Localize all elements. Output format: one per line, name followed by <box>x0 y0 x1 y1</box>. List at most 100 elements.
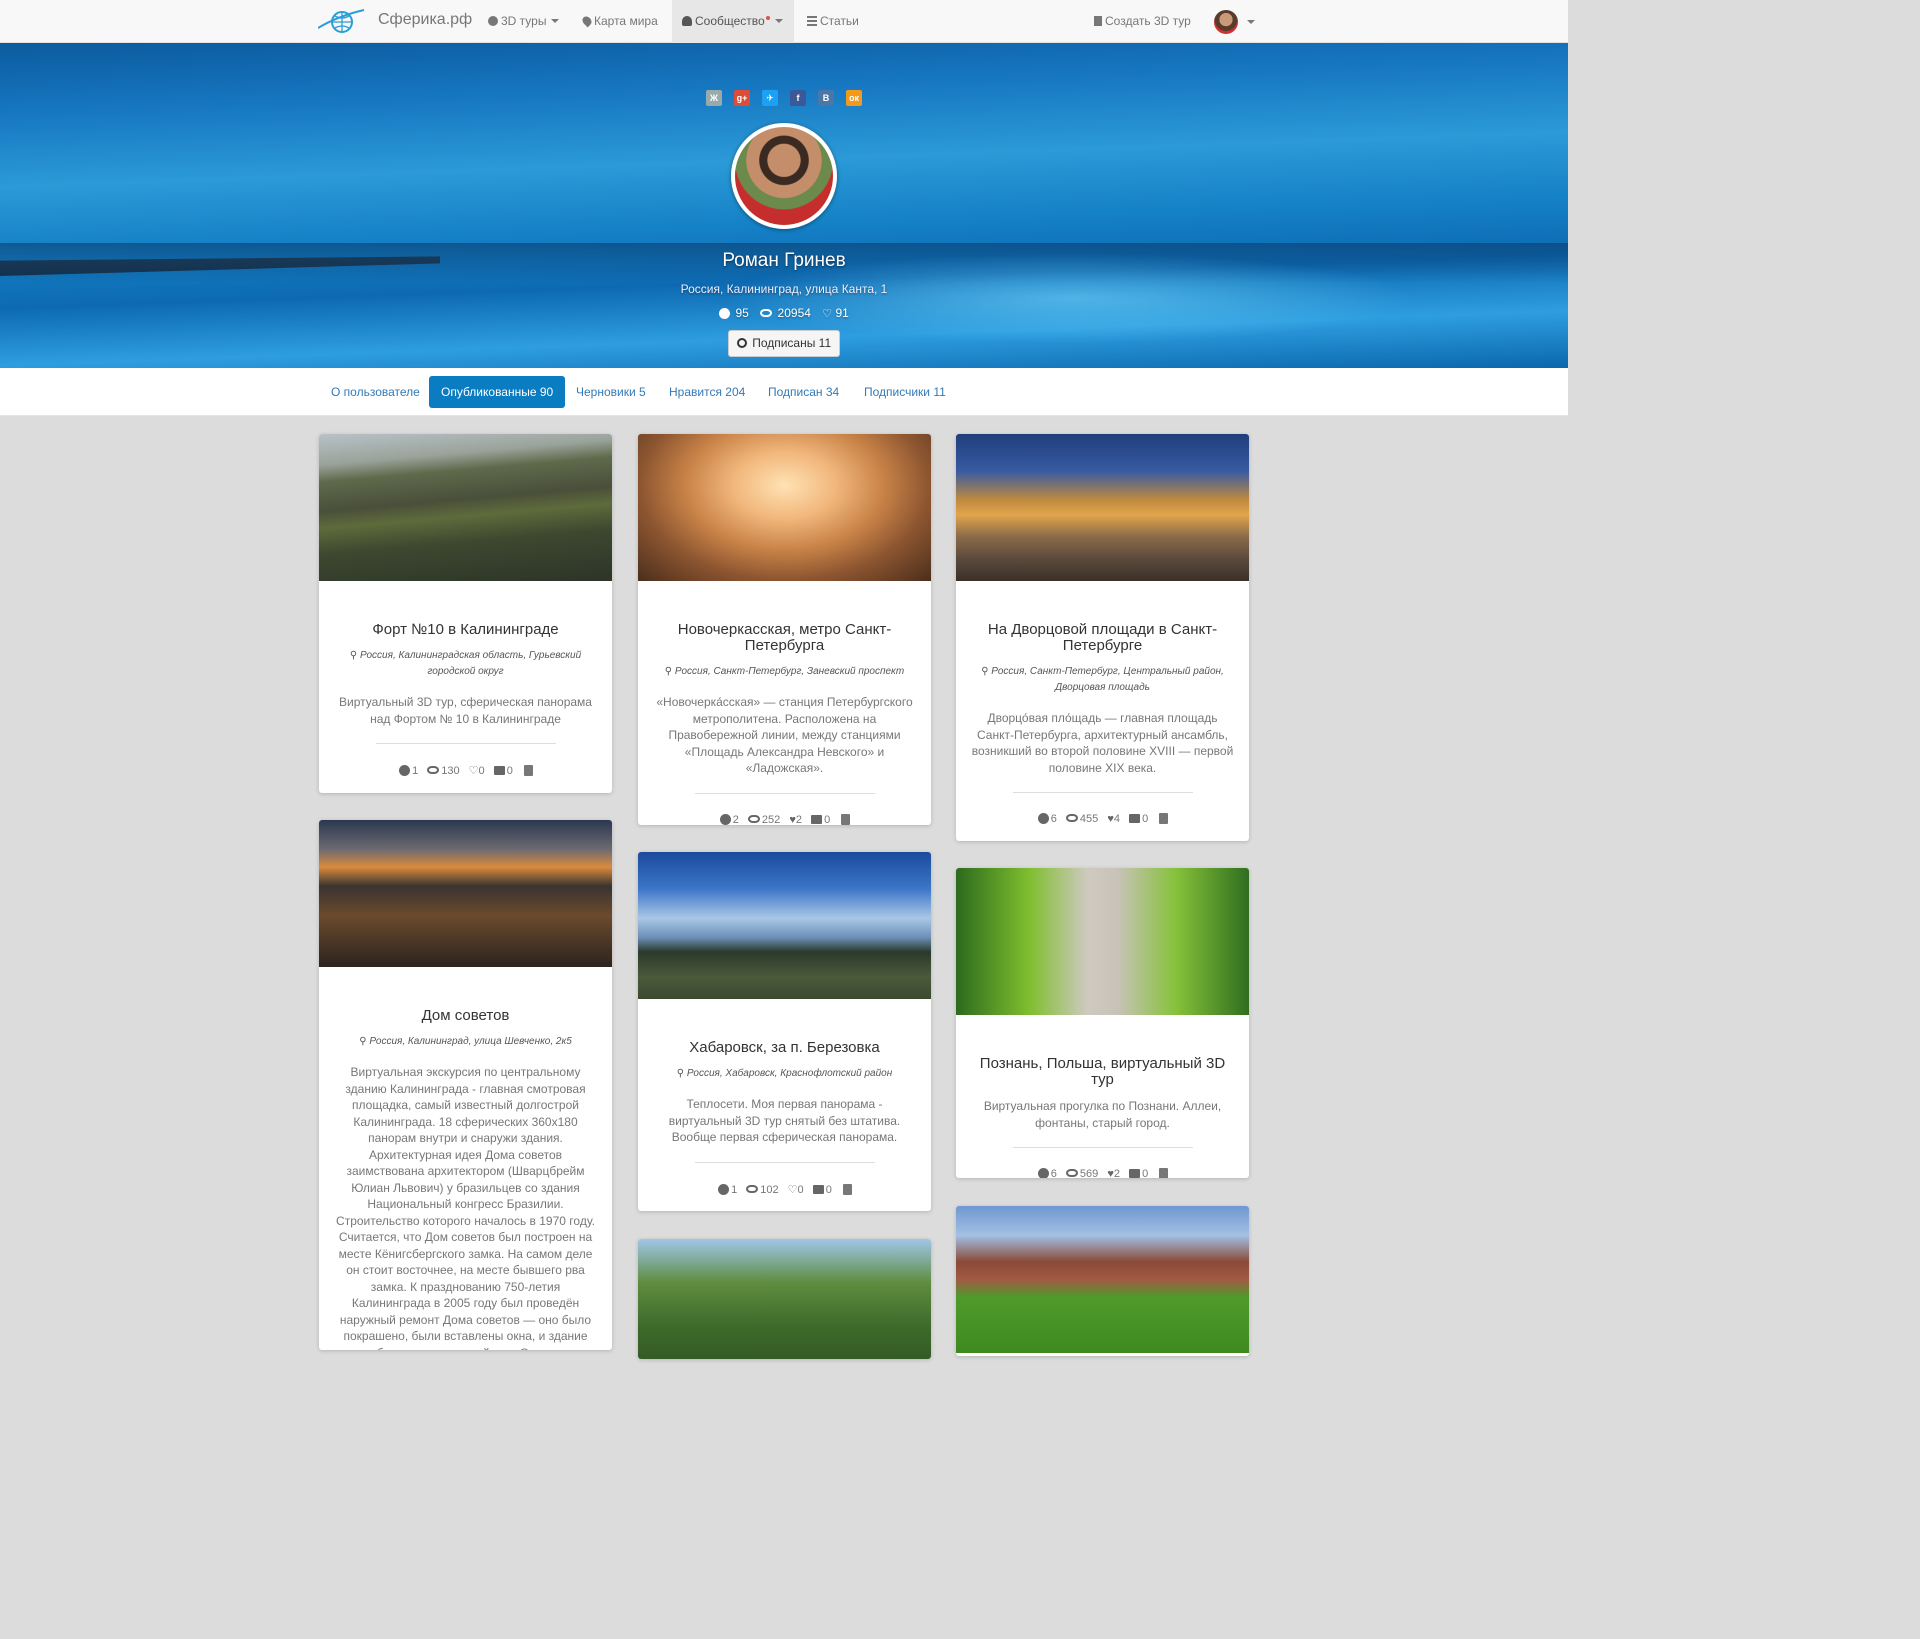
nav-map[interactable]: Карта мира <box>573 0 668 43</box>
tour-card[interactable]: Новочеркасская, метро Санкт-Петербурга ⚲… <box>638 434 931 825</box>
trash-icon[interactable] <box>1159 1168 1169 1178</box>
eye-icon <box>1065 1169 1078 1177</box>
comment-icon[interactable] <box>493 766 505 775</box>
tab-following[interactable]: Подписан 34 <box>756 376 851 408</box>
tour-thumbnail[interactable] <box>319 434 612 581</box>
trash-icon[interactable] <box>842 1183 852 1195</box>
tab-about[interactable]: О пользователе <box>319 376 432 408</box>
chevron-down-icon[interactable] <box>1247 20 1255 24</box>
profile-tabs: О пользователе Опубликованные 90 Чернови… <box>0 368 1568 416</box>
trash-icon[interactable] <box>523 765 533 776</box>
likes-count: 2 <box>795 813 802 826</box>
tour-title[interactable]: Новочеркасская, метро Санкт-Петербурга <box>638 622 931 654</box>
livejournal-icon[interactable]: Ж <box>706 90 722 106</box>
divider <box>1012 1147 1193 1148</box>
globe-icon <box>1037 813 1049 824</box>
eye-icon <box>1065 814 1078 822</box>
tour-location: ⚲ Россия, Калининградская область, Гурье… <box>319 648 612 680</box>
tour-card[interactable]: Дом советов ⚲ Россия, Калининград, улица… <box>319 820 612 1350</box>
map-marker-icon: ⚲ <box>981 666 992 677</box>
likes-count: 0 <box>797 1183 804 1196</box>
list-icon <box>807 16 817 26</box>
nav-community-label: Сообщество <box>695 14 765 28</box>
heart-icon[interactable]: ♡ <box>788 1184 798 1196</box>
tour-thumbnail[interactable] <box>956 434 1249 581</box>
tour-thumbnail[interactable] <box>956 1206 1249 1353</box>
create-tour-label: Создать 3D тур <box>1105 14 1191 28</box>
vk-icon[interactable]: В <box>818 90 834 106</box>
tab-liked[interactable]: Нравится 204 <box>657 376 757 408</box>
check-circle-icon <box>736 338 747 348</box>
tour-card[interactable]: Хабаровск, за п. Березовка ⚲ Россия, Хаб… <box>638 852 931 1211</box>
comments-count: 0 <box>1142 813 1149 825</box>
nav-articles-label: Статьи <box>820 14 859 28</box>
odnoklassniki-icon[interactable]: ок <box>846 90 862 106</box>
divider <box>694 792 875 794</box>
tab-followers[interactable]: Подписчики 11 <box>852 376 958 408</box>
map-marker-icon: ⚲ <box>349 650 360 661</box>
tour-title[interactable]: Хабаровск, за п. Березовка <box>638 1040 931 1056</box>
twitter-icon[interactable]: ✈ <box>762 90 778 106</box>
map-marker-icon <box>580 14 594 28</box>
tour-title[interactable]: На Дворцовой площади в Санкт-Петербурге <box>956 622 1249 654</box>
profile-stats: 95 20954 ♡ 91 <box>0 306 1568 320</box>
eye-icon <box>747 814 760 823</box>
views-count: 102 <box>760 1183 779 1196</box>
map-marker-icon: ⚲ <box>664 666 675 677</box>
trash-icon[interactable] <box>1159 813 1169 824</box>
tour-thumbnail[interactable] <box>638 1239 931 1359</box>
logo-icon[interactable] <box>318 8 366 34</box>
tour-description: «Новочерка́сская» — станция Петербургско… <box>656 695 913 775</box>
tour-description: Виртуальный 3D тур, сферическая панорама… <box>339 695 592 726</box>
panoramas-count: 6 <box>1050 813 1057 825</box>
map-marker-icon: ⚲ <box>359 1036 370 1047</box>
comment-icon[interactable] <box>1129 814 1141 823</box>
divider <box>1012 792 1193 793</box>
user-avatar[interactable] <box>1214 10 1238 34</box>
create-tour-button[interactable]: Создать 3D тур <box>1084 0 1201 43</box>
tour-stats: 1 102 ♡0 0 <box>638 1183 931 1197</box>
tour-stats: 6 455 ♥4 0 <box>956 813 1249 827</box>
tour-title[interactable]: Форт №10 в Калининграде <box>319 622 612 638</box>
tour-title[interactable]: Дом советов <box>319 1008 612 1024</box>
tab-published[interactable]: Опубликованные 90 <box>429 376 566 408</box>
tour-title[interactable]: Познань, Польша, виртуальный 3D тур <box>956 1056 1249 1088</box>
google-plus-icon[interactable]: g+ <box>734 90 750 106</box>
brand-name[interactable]: Сферика.рф <box>378 11 472 29</box>
tour-thumbnail[interactable] <box>638 852 931 999</box>
tour-card[interactable]: Познань, Польша, виртуальный 3D тур Вирт… <box>956 868 1249 1178</box>
profile-cover: Ж g+ ✈ f В ок Роман Гринев Россия, Калин… <box>0 43 1568 368</box>
tour-card[interactable]: Форт №10 в Калининграде ⚲ Россия, Калини… <box>319 434 612 793</box>
tour-thumbnail[interactable] <box>638 434 931 581</box>
eye-icon <box>427 766 440 774</box>
tour-thumbnail[interactable] <box>956 868 1249 1015</box>
comments-count: 0 <box>1142 1168 1149 1178</box>
tour-location: ⚲ Россия, Санкт-Петербург, Центральный р… <box>956 664 1249 696</box>
tour-stats: 2 252 ♥2 0 <box>638 813 931 826</box>
views-count: 569 <box>1079 1168 1099 1178</box>
follow-button[interactable]: Подписаны 11 <box>728 330 840 357</box>
facebook-icon[interactable]: f <box>790 90 806 106</box>
globe-icon <box>1037 1168 1049 1178</box>
trash-icon[interactable] <box>841 813 851 825</box>
comments-count: 0 <box>825 1183 832 1196</box>
tour-card[interactable] <box>956 1206 1249 1356</box>
nav-community[interactable]: Сообщество <box>672 0 794 43</box>
nav-articles[interactable]: Статьи <box>797 0 869 43</box>
divider <box>375 743 556 744</box>
tour-location: ⚲ Россия, Хабаровск, Краснофлотский райо… <box>638 1066 931 1082</box>
profile-name: Роман Гринев <box>722 250 846 271</box>
tour-location-text: Россия, Хабаровск, Краснофлотский район <box>686 1068 893 1079</box>
tour-thumbnail[interactable] <box>319 820 612 967</box>
tour-card[interactable]: На Дворцовой площади в Санкт-Петербурге … <box>956 434 1249 841</box>
comment-icon[interactable] <box>1129 1169 1141 1178</box>
comment-icon[interactable] <box>812 1184 824 1194</box>
tab-drafts[interactable]: Черновики 5 <box>564 376 658 408</box>
heart-icon[interactable]: ♡ <box>469 765 479 777</box>
views-count: 130 <box>441 765 460 777</box>
likes-count: 0 <box>478 765 485 777</box>
likes-count: 4 <box>1113 813 1120 825</box>
comment-icon[interactable] <box>811 814 823 824</box>
nav-tours[interactable]: 3D туры <box>478 0 569 43</box>
tour-card[interactable] <box>638 1239 931 1359</box>
